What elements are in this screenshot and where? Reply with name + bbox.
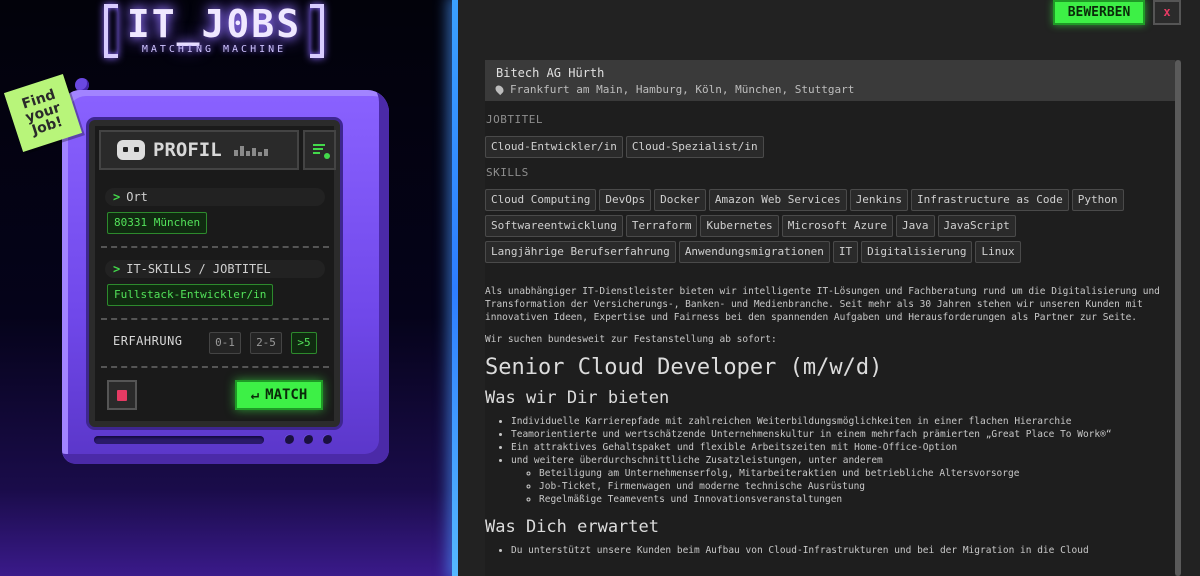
offer-list: Individuelle Karrierepfade mit zahlreich… [511, 415, 1170, 506]
position-title: Senior Cloud Developer (m/w/d) [485, 355, 883, 380]
divider [101, 318, 329, 320]
list-item: Regelmäßige Teamevents und Innovationsve… [539, 493, 1170, 506]
machine-slot [94, 436, 264, 444]
tag: Cloud-Entwickler/in [485, 136, 623, 158]
list-item: Individuelle Karrierepfade mit zahlreich… [511, 415, 1170, 428]
tag: Cloud Computing [485, 189, 597, 211]
tag: Java [896, 215, 935, 237]
list-item: und weitere überdurchschnittliche Zusatz… [511, 454, 1170, 506]
tag: Anwendungsmigrationen [678, 241, 830, 263]
skill-tags: Cloud Computing DevOps Docker Amazon Web Se… [485, 189, 1175, 263]
skills-heading: SKILLS [486, 166, 529, 179]
close-button[interactable]: x [1153, 0, 1181, 25]
profile-screen: PROFIL > Ort 80331 München > IT-SKILLS / J… [89, 120, 340, 427]
tag: Microsoft Azure [781, 215, 894, 237]
tag: Linux [975, 241, 1021, 263]
tag: JavaScript [937, 215, 1016, 237]
divider [101, 366, 329, 368]
apply-button[interactable]: BEWERBEN [1053, 0, 1145, 25]
logo: IT_J0BS MATCHING MACHINE [104, 2, 324, 62]
company-name: Bitech AG Hürth [496, 66, 605, 80]
logo-title: IT_J0BS [126, 2, 302, 46]
profile-title: PROFIL [153, 139, 222, 161]
tag: Docker [654, 189, 706, 211]
job-detail-panel: BEWERBEN x Bitech AG Hürth Frankfurt am … [458, 0, 1200, 576]
job-detail: Bitech AG Hürth Frankfurt am Main, Hambu… [485, 60, 1175, 576]
tag: IT [832, 241, 859, 263]
company-header: Bitech AG Hürth Frankfurt am Main, Hambu… [485, 60, 1175, 101]
tag: Kubernetes [700, 215, 779, 237]
tag: Langjährige Berufserfahrung [485, 241, 676, 263]
experience-option-2-5[interactable]: 2-5 [250, 332, 282, 354]
tag: Jenkins [849, 189, 909, 211]
expect-list: Du unterstützt unsere Kunden beim Aufbau… [511, 544, 1170, 557]
tag: Digitalisierung [861, 241, 973, 263]
job-description: Als unabhängiger IT-Dienstleister bieten… [485, 285, 1170, 557]
filter-list-icon [312, 144, 330, 159]
list-item: Job-Ticket, Firmenwagen und moderne tech… [539, 480, 1170, 493]
locations-text: Frankfurt am Main, Hamburg, Köln, Münche… [510, 83, 855, 96]
sticky-note-text: Find your Job! [19, 86, 65, 139]
tag: Infrastructure as Code [911, 189, 1069, 211]
tag: DevOps [599, 189, 652, 211]
company-locations: Frankfurt am Main, Hamburg, Köln, Münche… [493, 82, 1175, 98]
skills-label-text: IT-SKILLS / JOBTITEL [126, 262, 271, 276]
ort-label-text: Ort [126, 190, 148, 204]
match-button[interactable]: ↵ MATCH [235, 380, 323, 410]
experience-label: ERFAHRUNG [113, 334, 183, 348]
profile-header: PROFIL [99, 130, 299, 170]
ort-value-chip[interactable]: 80331 München [107, 212, 208, 234]
enter-arrow-icon: ↵ [250, 387, 260, 403]
intro-text: Als unabhängiger IT-Dienstleister bieten… [485, 286, 1160, 323]
logo-bracket-right [310, 4, 324, 58]
logo-bracket-left [104, 4, 118, 58]
filter-button[interactable] [303, 130, 336, 170]
robot-face-icon [117, 140, 145, 160]
experience-option-gt5[interactable]: >5 [291, 332, 317, 354]
trash-icon [117, 389, 127, 401]
tag: Terraform [625, 215, 698, 237]
list-item: Beteiligung am Unternehmenserfolg, Mitar… [539, 467, 1170, 480]
tag: Softwareentwicklung [485, 215, 623, 237]
tag: Python [1071, 189, 1124, 211]
ort-label: > Ort [105, 188, 325, 206]
expect-heading: Was Dich erwartet [485, 517, 659, 537]
list-item: Teamorientierte und wertschätzende Unter… [511, 428, 1170, 441]
scrollbar[interactable] [1175, 60, 1181, 576]
tag: Amazon Web Services [708, 189, 847, 211]
scrollbar-thumb[interactable] [1175, 60, 1181, 576]
list-item: Ein attraktives Gehaltspaket und flexibl… [511, 441, 1170, 454]
experience-option-0-1[interactable]: 0-1 [209, 332, 241, 354]
skills-value-chip[interactable]: Fullstack-Entwickler/in [107, 284, 274, 306]
left-panel: IT_J0BS MATCHING MACHINE Find your Job! … [0, 0, 458, 576]
divider [101, 246, 329, 248]
list-item: Du unterstützt unsere Kunden beim Aufbau… [511, 544, 1170, 557]
tag: Cloud-Spezialist/in [625, 136, 764, 158]
reset-button[interactable] [107, 380, 137, 410]
map-pin-icon [493, 83, 506, 96]
offer-heading: Was wir Dir bieten [485, 388, 670, 408]
jobtitle-heading: JOBTITEL [486, 113, 543, 126]
offer-sublist: Beteiligung am Unternehmenserfolg, Mitar… [539, 467, 1170, 506]
machine-knob [303, 434, 313, 444]
match-button-label: MATCH [265, 387, 308, 403]
list-item-text: und weitere überdurchschnittliche Zusatz… [511, 455, 883, 466]
machine-knob [284, 434, 294, 444]
skills-label: > IT-SKILLS / JOBTITEL [105, 260, 325, 278]
search-line: Wir suchen bundesweit zur Festanstellung… [485, 334, 777, 345]
jobtitle-tags: Cloud-Entwickler/in Cloud-Spezialist/in [485, 136, 1175, 158]
machine-knob [322, 434, 332, 444]
equalizer-icon [233, 144, 268, 156]
